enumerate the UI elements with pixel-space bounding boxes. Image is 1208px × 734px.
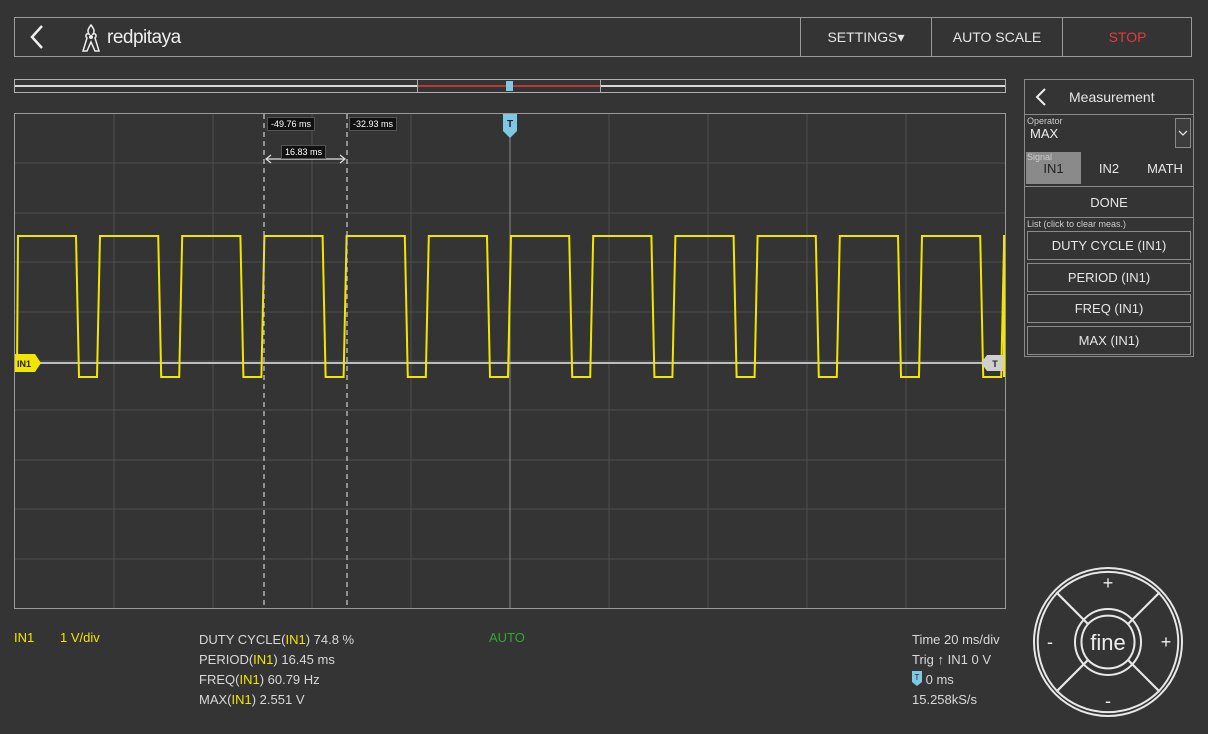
redpitaya-logo: redpitaya (79, 22, 181, 54)
operator-label: Operator (1027, 116, 1063, 126)
signal-label: Signal (1027, 152, 1053, 162)
measurement-item-freq[interactable]: FREQ (IN1) (1027, 294, 1191, 323)
readout-value: ) 16.45 ms (273, 652, 335, 667)
time-info: Time 20 ms/div Trig ↑ IN1 0 V T 0 ms 15.… (912, 630, 1000, 710)
oscilloscope-plot[interactable]: T IN1 T -49.76 ms -32.93 ms 16.83 ms (14, 113, 1006, 609)
acquisition-status: AUTO (489, 630, 525, 645)
in1-offset-label: IN1 (17, 359, 31, 369)
measurement-item-duty-cycle[interactable]: DUTY CYCLE (IN1) (1027, 231, 1191, 260)
trigger-marker-icon: T (912, 671, 922, 686)
readout-value: ) 74.8 % (305, 632, 355, 647)
readout-value: ) 2.551 V (251, 692, 305, 707)
brand-name: redpitaya (107, 27, 181, 48)
readout-channel: IN1 (231, 692, 252, 707)
chevron-left-icon (1035, 88, 1046, 106)
cursor-right-time-label: -32.93 ms (349, 117, 398, 131)
arrow-up-icon: ↑ (937, 652, 945, 667)
sample-rate-readout: 15.258kS/s (912, 692, 978, 707)
wheel-down-label: - (1105, 691, 1111, 711)
timeline-trigger-marker[interactable] (506, 81, 513, 91)
trigger-position-label: T (507, 119, 513, 130)
measurement-panel: Measurement MAX Operator IN1 Signal IN2 … (1024, 79, 1194, 357)
channel-info-label[interactable]: IN1 (14, 630, 34, 645)
readout-freq: FREQ(IN1) 60.79 Hz (199, 670, 354, 690)
panel-header: Measurement (1025, 80, 1193, 115)
panel-back-button[interactable] (1025, 80, 1057, 114)
readout-channel: IN1 (285, 632, 306, 647)
readout-name: FREQ( (199, 672, 240, 687)
in1-trace (16, 235, 1005, 378)
trigger-offset-readout: T 0 ms (912, 670, 1000, 690)
measurement-item-period[interactable]: PERIOD (IN1) (1027, 263, 1191, 292)
measurement-list-label: List (click to clear meas.) (1027, 219, 1127, 229)
buffer-timeline[interactable] (14, 79, 1006, 93)
signal-in2-button[interactable]: IN2 (1082, 152, 1136, 184)
cursor-delta-label: 16.83 ms (281, 145, 327, 159)
readout-duty-cycle: DUTY CYCLE(IN1) 74.8 % (199, 630, 354, 650)
back-arrow-icon (30, 25, 43, 49)
trigger-level-label: T (992, 359, 998, 369)
settings-button[interactable]: SETTINGS▾ (800, 18, 931, 56)
readout-name: DUTY CYCLE( (199, 632, 286, 647)
redpitaya-logo-icon (81, 23, 101, 52)
done-button[interactable]: DONE (1025, 186, 1193, 218)
back-button[interactable] (15, 18, 59, 56)
navigation-wheel[interactable]: fine + - - + (1032, 566, 1184, 718)
svg-text:T: T (915, 673, 920, 682)
readout-channel: IN1 (239, 672, 260, 687)
readout-name: PERIOD( (199, 652, 254, 667)
readout-value: ) 60.79 Hz (259, 672, 320, 687)
trig-value: IN1 0 V (947, 652, 992, 667)
chevron-down-icon (1178, 130, 1188, 136)
wheel-center-label: fine (1090, 630, 1125, 655)
measurement-readouts: DUTY CYCLE(IN1) 74.8 % PERIOD(IN1) 16.45… (199, 630, 354, 710)
trig-offset: 0 ms (925, 672, 954, 687)
readout-name: MAX( (199, 692, 232, 707)
signal-math-button[interactable]: MATH (1137, 152, 1193, 184)
wheel-left-label: - (1047, 632, 1053, 652)
auto-scale-button[interactable]: AUTO SCALE (931, 18, 1062, 56)
readout-channel: IN1 (253, 652, 274, 667)
header-bar: redpitaya SETTINGS▾ AUTO SCALE STOP (14, 17, 1192, 57)
wheel-left-button[interactable] (1036, 591, 1090, 693)
readout-period: PERIOD(IN1) 16.45 ms (199, 650, 354, 670)
measurement-item-max[interactable]: MAX (IN1) (1027, 326, 1191, 355)
trigger-readout: Trig ↑ IN1 0 V (912, 650, 1000, 670)
time-div-readout: Time 20 ms/div (912, 632, 1000, 647)
operator-selected-value: MAX (1030, 126, 1059, 141)
cursor-left-time-label: -49.76 ms (267, 117, 316, 131)
wheel-right-label: + (1161, 632, 1172, 652)
stop-button[interactable]: STOP (1062, 18, 1192, 56)
readout-max: MAX(IN1) 2.551 V (199, 690, 354, 710)
panel-title: Measurement (1069, 89, 1155, 105)
trig-prefix: Trig (912, 652, 934, 667)
wheel-up-label: + (1103, 573, 1114, 593)
operator-dropdown-toggle[interactable] (1175, 118, 1191, 148)
plot-canvas: T IN1 T (15, 114, 1005, 608)
channel-scale-label: 1 V/div (60, 630, 100, 645)
